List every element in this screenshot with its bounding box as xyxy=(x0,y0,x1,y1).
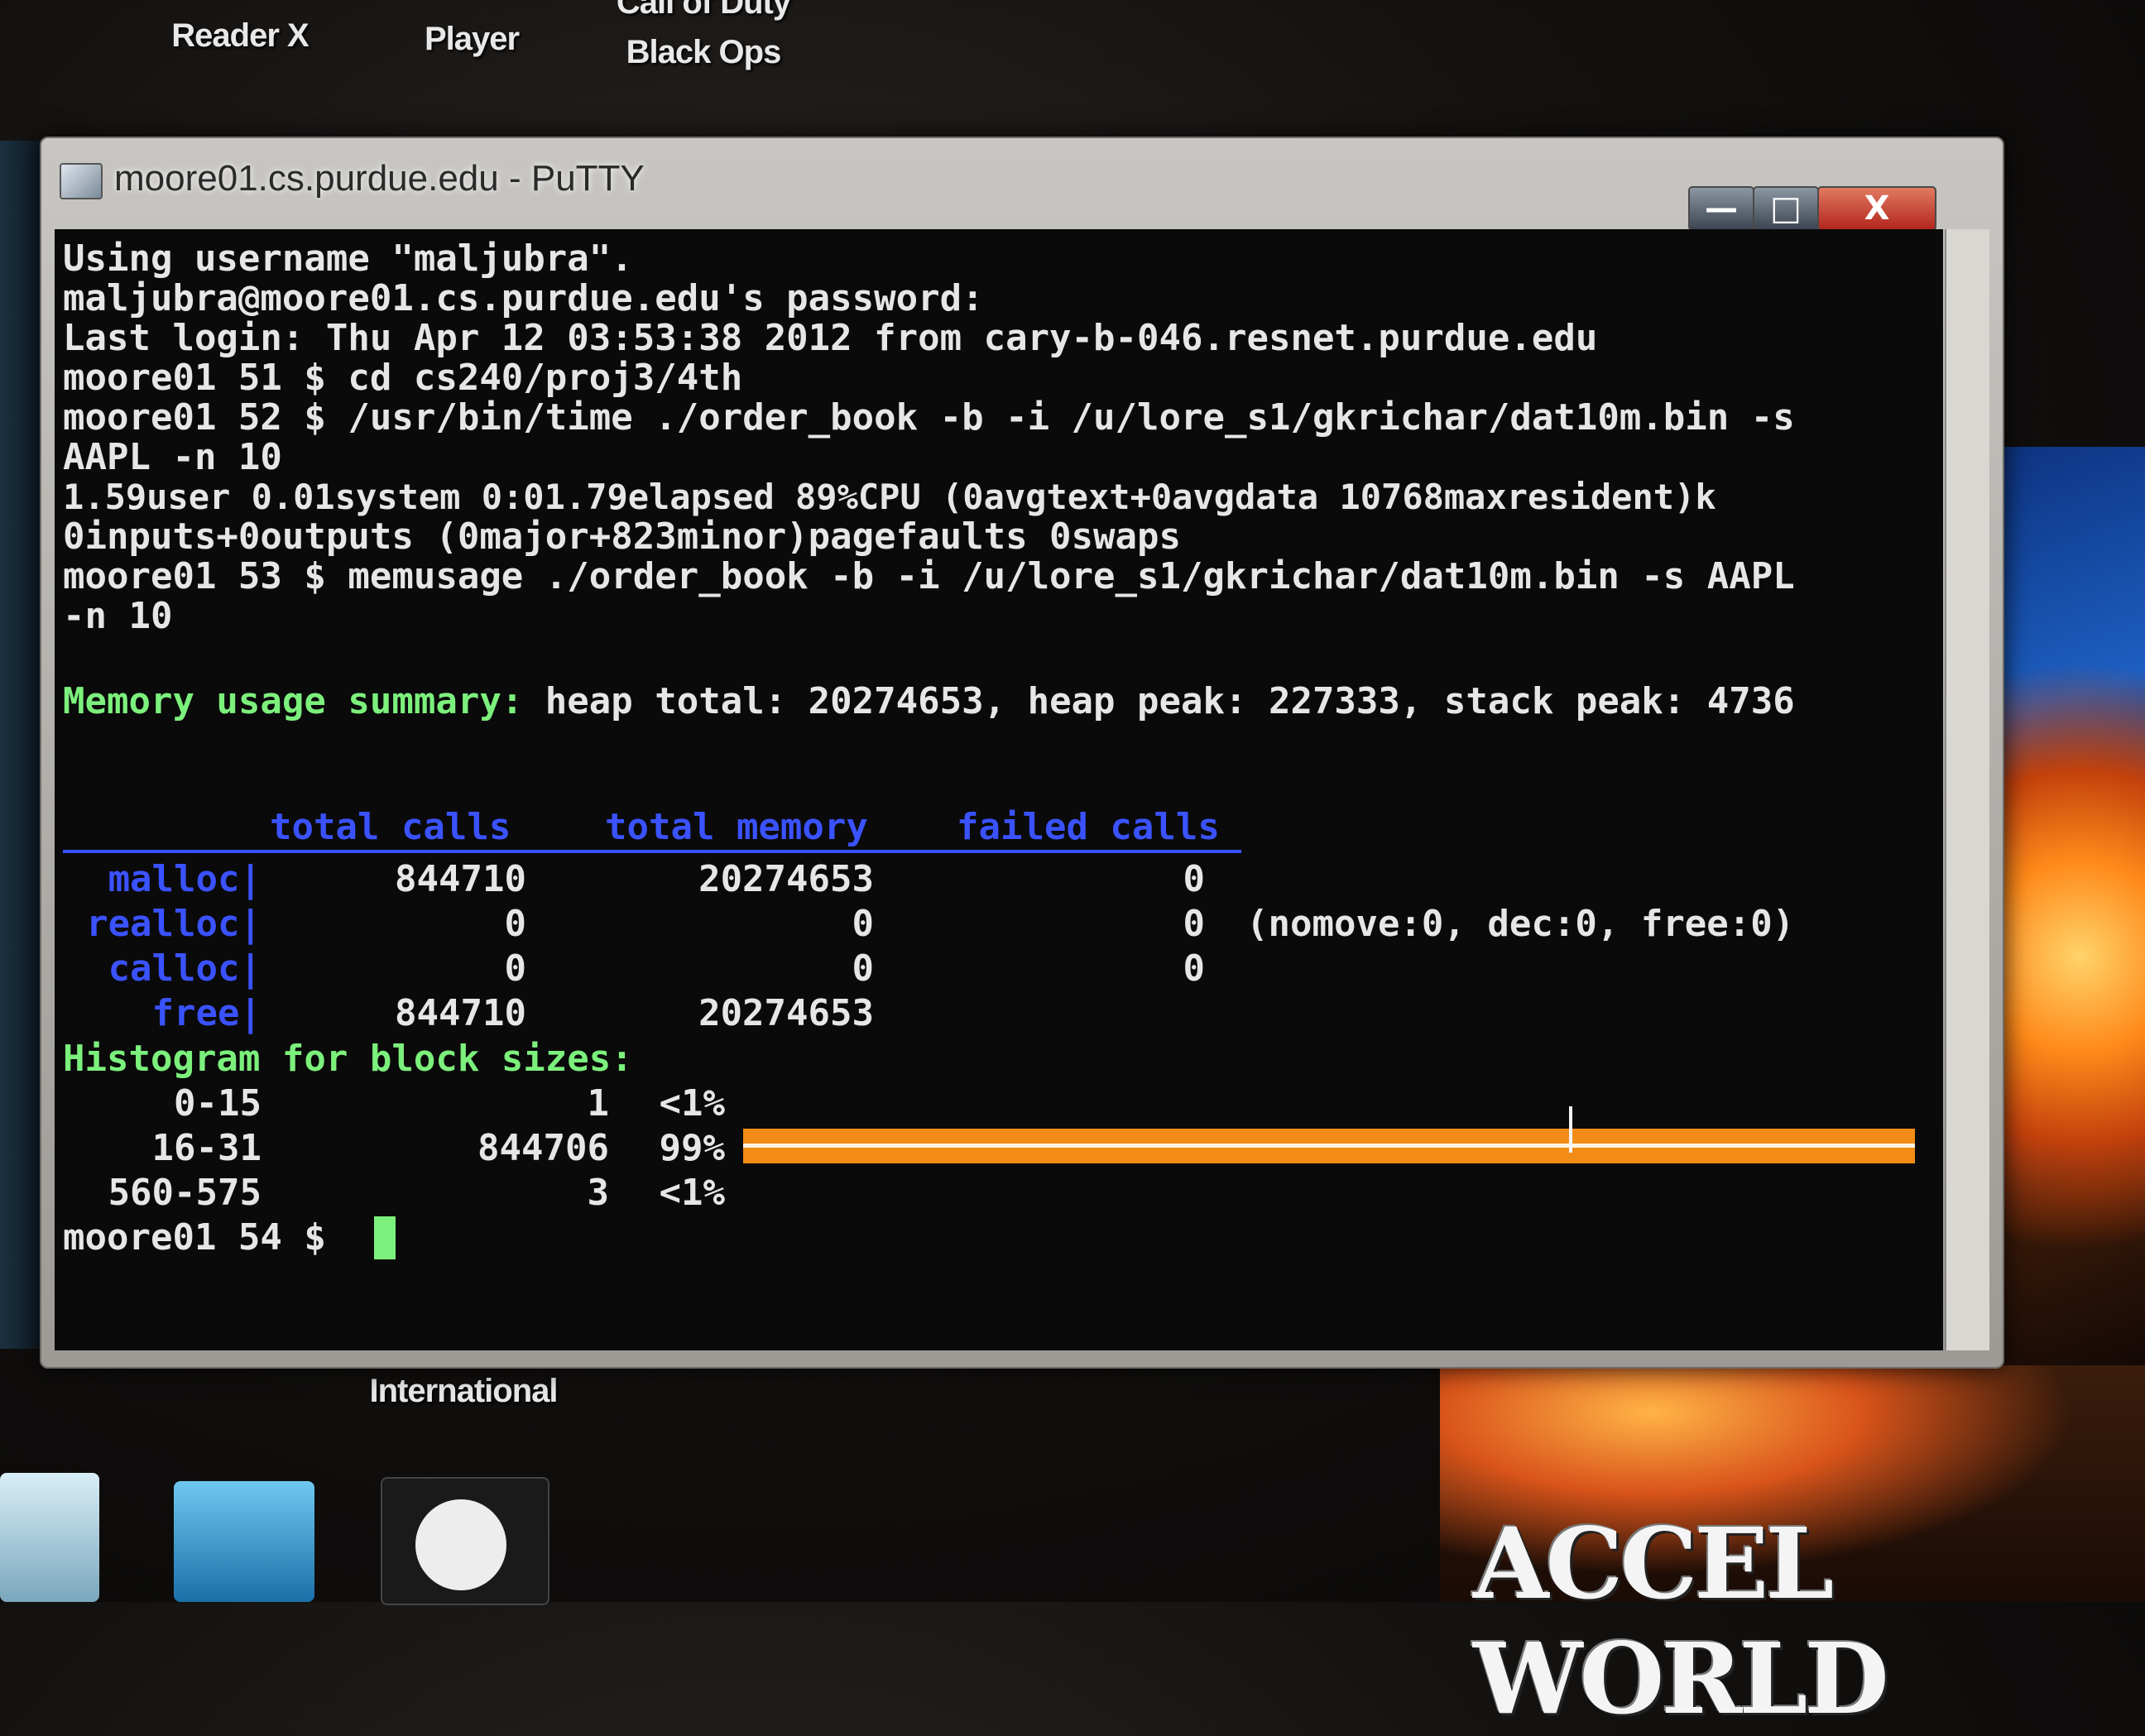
putty-window[interactable]: moore01.cs.purdue.edu - PuTTY — □ X Usin… xyxy=(40,137,2004,1369)
row-memory: 20274653 xyxy=(698,992,874,1034)
row-failed: 0 xyxy=(1183,903,1206,945)
terminal-area[interactable]: Using username "maljubra". maljubra@moor… xyxy=(55,229,1943,1350)
wallpaper-title: ACCEL WORLD xyxy=(1473,1506,1889,1736)
hist-pct: <1% xyxy=(659,1082,725,1125)
hist-range: 560-575 xyxy=(108,1172,262,1214)
header-total-memory: total memory xyxy=(605,806,868,848)
desktop-icon-label-player[interactable]: Player xyxy=(372,20,571,58)
desktop-icon-label-international[interactable]: International xyxy=(331,1372,596,1410)
terminal-line: Last login: Thu Apr 12 03:53:38 2012 fro… xyxy=(63,317,1598,359)
hist-count: 3 xyxy=(587,1172,610,1214)
histogram-label: Histogram for block sizes: xyxy=(63,1038,633,1080)
hist-count: 1 xyxy=(587,1082,610,1125)
terminal-line: moore01 51 $ cd cs240/proj3/4th xyxy=(63,357,743,399)
row-calls: 0 xyxy=(504,947,527,990)
hist-range: 16-31 xyxy=(151,1127,262,1169)
terminal-line: AAPL -n 10 xyxy=(63,436,282,478)
memory-summary-text: heap total: 20274653, heap peak: 227333,… xyxy=(523,680,1795,722)
header-underline xyxy=(63,850,1241,853)
header-failed-calls: failed calls xyxy=(957,806,1220,848)
terminal-line: maljubra@moore01.cs.purdue.edu's passwor… xyxy=(63,277,984,319)
scrollbar[interactable] xyxy=(1945,229,1989,1350)
terminal-line: moore01 52 $ /usr/bin/time ./order_book … xyxy=(63,396,1795,439)
game-app-icon[interactable] xyxy=(381,1477,549,1605)
realloc-extra: (nomove:0, dec:0, free:0) xyxy=(1246,903,1795,945)
title-bar[interactable]: moore01.cs.purdue.edu - PuTTY — □ X xyxy=(41,138,2003,231)
histogram-bar xyxy=(743,1129,1915,1163)
memory-summary-line: Memory usage summary: heap total: 202746… xyxy=(63,680,1795,723)
row-calls: 0 xyxy=(504,903,527,945)
hist-range: 0-15 xyxy=(174,1082,262,1125)
header-total-calls: total calls xyxy=(270,806,511,848)
row-failed: 0 xyxy=(1183,858,1206,900)
shell-prompt: moore01 54 $ xyxy=(63,1216,348,1259)
memory-summary-label: Memory usage summary: xyxy=(63,680,524,722)
recycle-bin-icon[interactable] xyxy=(174,1481,314,1602)
terminal-line: 0inputs+0outputs (0major+823minor)pagefa… xyxy=(63,516,1182,558)
hist-count: 844706 xyxy=(477,1127,609,1169)
maximize-button[interactable]: □ xyxy=(1753,186,1819,231)
terminal-cursor xyxy=(374,1216,396,1259)
window-title: moore01.cs.purdue.edu - PuTTY xyxy=(114,158,645,199)
character-icon xyxy=(415,1499,506,1590)
row-fn-calloc: calloc| xyxy=(108,947,262,990)
terminal-line: Using username "maljubra". xyxy=(63,237,633,280)
row-calls: 844710 xyxy=(395,858,526,900)
putty-icon[interactable] xyxy=(60,163,103,199)
terminal-line: 1.59user 0.01system 0:01.79elapsed 89%CP… xyxy=(63,477,1716,517)
desktop-icon-label-cod-line2[interactable]: Black Ops xyxy=(579,33,828,71)
row-failed: 0 xyxy=(1183,947,1206,990)
text-cursor-icon xyxy=(1569,1106,1572,1153)
desktop-icon-label-reader[interactable]: Reader X xyxy=(141,17,339,55)
row-memory: 0 xyxy=(852,903,875,945)
terminal-line: moore01 53 $ memusage ./order_book -b -i… xyxy=(63,555,1795,597)
row-fn-malloc: malloc| xyxy=(108,858,262,900)
minimize-button[interactable]: — xyxy=(1688,186,1754,231)
close-button[interactable]: X xyxy=(1817,186,1936,231)
row-memory: 20274653 xyxy=(698,858,874,900)
hist-pct: 99% xyxy=(659,1127,725,1169)
desktop-partial-icon[interactable] xyxy=(0,1473,99,1602)
row-fn-free: free| xyxy=(151,992,262,1034)
row-calls: 844710 xyxy=(395,992,526,1034)
terminal-line: -n 10 xyxy=(63,595,173,637)
desktop-icon-label-cod-line1[interactable]: Call of Duty xyxy=(579,0,828,22)
hist-pct: <1% xyxy=(659,1172,725,1214)
row-fn-realloc: realloc| xyxy=(86,903,262,945)
row-memory: 0 xyxy=(852,947,875,990)
